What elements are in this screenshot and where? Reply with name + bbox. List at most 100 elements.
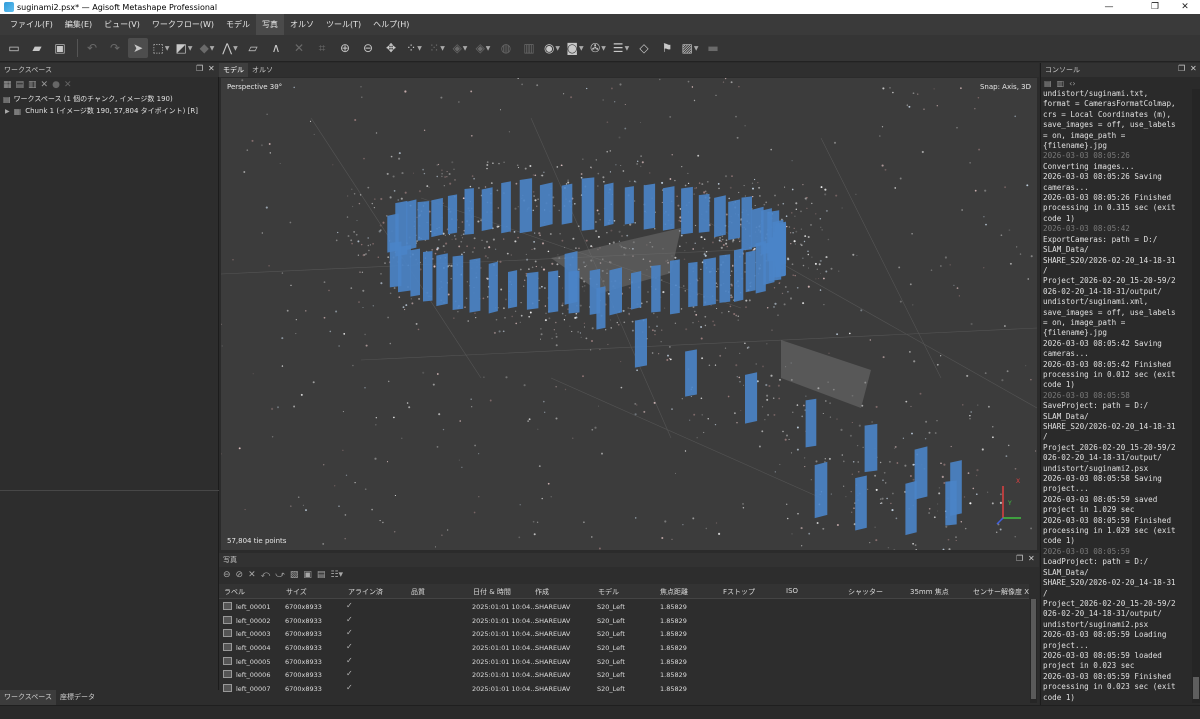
tab-ortho[interactable]: オルソ: [248, 65, 277, 75]
camera-frame[interactable]: [389, 241, 402, 288]
table-row[interactable]: left_00006 6700x8933 ✓ 2025:01:01 10:04.…: [219, 668, 1029, 682]
camera-frame[interactable]: [755, 241, 766, 294]
camera-frame[interactable]: [624, 186, 634, 225]
navigation-icon[interactable]: ➤: [128, 38, 148, 58]
workspace-root[interactable]: ▤ ワークスペース (1 個のチャンク, イメージ数 190): [0, 93, 219, 105]
col-sensor-x[interactable]: センサー解像度 X: [973, 587, 1029, 597]
table-row[interactable]: left_00003 6700x8933 ✓ 2025:01:01 10:04.…: [219, 627, 1029, 641]
close-panel-icon[interactable]: ✕: [208, 64, 215, 73]
camera-frame[interactable]: [452, 255, 464, 311]
menu-edit[interactable]: 編集(E): [59, 14, 98, 35]
photos-float-icon[interactable]: ❐: [1016, 554, 1023, 563]
reset-icon[interactable]: ▧: [290, 570, 299, 580]
camera-icon[interactable]: ◙ ▼: [565, 38, 585, 58]
col-size[interactable]: サイズ: [286, 587, 307, 597]
camera-frame[interactable]: [526, 271, 539, 310]
tab-model[interactable]: モデル: [219, 63, 248, 77]
camera-frame[interactable]: [631, 270, 642, 310]
rect-select-icon[interactable]: ⬚ ▼: [151, 38, 171, 58]
col-model[interactable]: モデル: [598, 587, 619, 597]
tiled-icon[interactable]: ◍: [496, 38, 516, 58]
undo-icon[interactable]: ↶: [82, 38, 102, 58]
console-scroll-thumb[interactable]: [1193, 677, 1199, 699]
disable-icon[interactable]: ✕: [64, 80, 72, 90]
zoom-in-icon[interactable]: ⊕: [335, 38, 355, 58]
menu-view[interactable]: ビュー(V): [98, 14, 146, 35]
camera-frame[interactable]: [564, 251, 578, 305]
camera-frame[interactable]: [508, 270, 518, 309]
reset-view-icon[interactable]: ✥: [381, 38, 401, 58]
camera-frame[interactable]: [688, 261, 698, 308]
menu-tools[interactable]: ツール(T): [320, 14, 367, 35]
camera-frame[interactable]: [670, 259, 680, 315]
disable-camera-icon[interactable]: ⊘: [236, 570, 244, 580]
points-icon[interactable]: ⁘ ▼: [404, 38, 424, 58]
photos-close-icon[interactable]: ✕: [1028, 554, 1035, 563]
save-icon[interactable]: ▣: [50, 38, 70, 58]
globe-icon[interactable]: ◉ ▼: [542, 38, 562, 58]
rotate-right-icon[interactable]: ⤻: [275, 570, 285, 580]
camera-frame[interactable]: [539, 182, 553, 228]
model-tool-icon[interactable]: ◩ ▼: [174, 38, 194, 58]
col-iso[interactable]: ISO: [786, 587, 798, 595]
add-folder-icon[interactable]: ▥: [28, 80, 37, 90]
clear-log-icon[interactable]: ▥: [1057, 79, 1065, 88]
mask-icon[interactable]: ▣: [303, 570, 312, 580]
camera-frame[interactable]: [410, 248, 420, 297]
mesh-icon[interactable]: ◈ ▼: [450, 38, 470, 58]
chunk-item[interactable]: ▶ ▦ Chunk 1 (イメージ数 190, 57,804 タイポイント) […: [0, 105, 219, 117]
col-make[interactable]: 作成: [535, 587, 549, 597]
open-icon[interactable]: ▰: [27, 38, 47, 58]
flag-icon[interactable]: ⚑: [657, 38, 677, 58]
camera-frame[interactable]: [519, 178, 533, 234]
menu-help[interactable]: ヘルプ(H): [367, 14, 415, 35]
region-icon[interactable]: ◆ ▼: [197, 38, 217, 58]
minimize-button[interactable]: —: [1086, 0, 1132, 14]
camera-frame[interactable]: [714, 195, 726, 238]
shape-icon[interactable]: ∧: [266, 38, 286, 58]
camera-frame[interactable]: [685, 349, 697, 397]
table-row[interactable]: left_00005 6700x8933 ✓ 2025:01:01 10:04.…: [219, 655, 1029, 669]
camera-pose-icon[interactable]: ✇ ▼: [588, 38, 608, 58]
camera-frame[interactable]: [423, 251, 433, 302]
camera-frame[interactable]: [905, 480, 917, 536]
photos-scroll-thumb[interactable]: [1031, 599, 1036, 699]
view-mode-icon[interactable]: ☷▾: [330, 570, 343, 580]
camera-frame[interactable]: [745, 250, 756, 293]
camera-frame[interactable]: [643, 183, 656, 230]
markers-icon[interactable]: ◇: [634, 38, 654, 58]
camera-frame[interactable]: [805, 398, 817, 448]
remove-camera-icon[interactable]: ✕: [248, 570, 256, 580]
camera-frame[interactable]: [464, 188, 474, 235]
model-viewport[interactable]: Perspective 30° Snap: Axis, 3D 57,804 ti…: [221, 78, 1037, 550]
float-icon[interactable]: ❐: [196, 64, 203, 73]
crop-icon[interactable]: ⌗: [312, 38, 332, 58]
camera-frame[interactable]: [436, 253, 448, 307]
camera-frame[interactable]: [581, 177, 595, 231]
camera-frame[interactable]: [662, 186, 675, 231]
delete-icon[interactable]: ✕: [289, 38, 309, 58]
camera-frame[interactable]: [548, 270, 559, 313]
camera-frame[interactable]: [406, 199, 417, 251]
zoom-out-icon[interactable]: ⊖: [358, 38, 378, 58]
col-shutter[interactable]: シャッター: [848, 587, 883, 597]
camera-frame[interactable]: [945, 480, 957, 526]
menu-workflow[interactable]: ワークフロー(W): [146, 14, 220, 35]
camera-frame[interactable]: [604, 182, 614, 227]
camera-frame[interactable]: [651, 265, 661, 313]
camera-frame[interactable]: [431, 197, 443, 238]
point-cloud-canvas[interactable]: [221, 78, 1037, 550]
expand-arrow-icon[interactable]: ▶: [5, 108, 10, 115]
camera-frame[interactable]: [814, 461, 828, 519]
enable-camera-icon[interactable]: ⊖: [223, 570, 231, 580]
camera-frame[interactable]: [734, 248, 744, 302]
camera-frame[interactable]: [864, 423, 878, 473]
tab-workspace[interactable]: ワークスペース: [0, 690, 56, 705]
camera-frame[interactable]: [481, 187, 493, 232]
camera-frame[interactable]: [561, 183, 573, 225]
filter-icon[interactable]: ▤: [317, 570, 326, 580]
camera-frame[interactable]: [469, 258, 481, 313]
console-scrollbar[interactable]: [1192, 89, 1200, 703]
menu-ortho[interactable]: オルソ: [284, 14, 320, 35]
col-aligned[interactable]: アライン済: [348, 587, 383, 597]
